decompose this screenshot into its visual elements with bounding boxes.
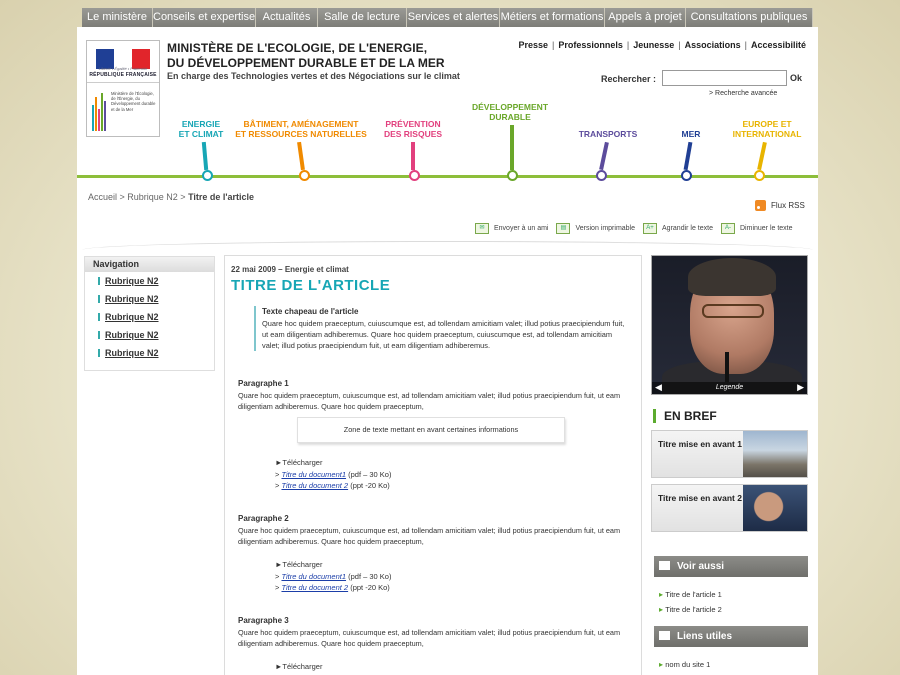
photo-caption: Legende — [652, 382, 807, 394]
related-link[interactable]: Titre de l'article 2 — [659, 605, 722, 614]
download-block: ►Télécharger > Titre du document1 (pdf –… — [275, 458, 392, 490]
topnav-item-salle-de-lecture[interactable]: Salle de lecture — [318, 8, 407, 27]
photo-carousel[interactable]: Legende ◀ ▶ — [651, 255, 808, 395]
document-link[interactable]: Titre du document 2 — [281, 583, 348, 592]
printer-icon: ▤ — [556, 223, 571, 234]
breadcrumb: Accueil > Rubrique N2 > Titre de l'artic… — [88, 192, 254, 202]
featured-item[interactable]: Titre mise en avant 1 — [651, 430, 808, 478]
en-bref-title: EN BREF — [653, 409, 717, 423]
breadcrumb-path[interactable]: Accueil > Rubrique N2 > — [88, 192, 188, 202]
featured-image — [743, 485, 807, 531]
text-enlarge-icon: A+ — [643, 223, 658, 234]
enlarge-text-button[interactable]: A+ Agrandir le texte — [643, 223, 713, 234]
document-link[interactable]: Titre du document1 — [281, 470, 346, 479]
download-block: ►Télécharger — [275, 662, 323, 671]
theme-dot — [299, 170, 310, 181]
microphone — [725, 352, 729, 382]
useful-link[interactable]: nom du site 1 — [659, 660, 710, 669]
theme-dot — [596, 170, 607, 181]
paragraph-title: Paragraphe 3 — [238, 616, 289, 625]
related-link[interactable]: Titre de l'article 1 — [659, 590, 722, 599]
left-navigation: Navigation Rubrique N2 Rubrique N2 Rubri… — [84, 256, 215, 371]
document-link[interactable]: Titre du document1 — [281, 572, 346, 581]
download-block: ►Télécharger > Titre du document1 (pdf –… — [275, 560, 392, 592]
reduce-text-button[interactable]: A- Diminuer le texte — [721, 223, 793, 234]
voir-aussi-header: Voir aussi — [654, 556, 808, 577]
leftnav-item[interactable]: Rubrique N2 — [85, 308, 214, 326]
chapeau-title: Texte chapeau de l'article — [262, 307, 359, 316]
highlight-box: Zone de texte mettant en avant certaines… — [297, 417, 565, 443]
theme-timeline-line — [77, 175, 818, 178]
liens-utiles-header: Liens utiles — [654, 626, 808, 647]
article-chapeau: Texte chapeau de l'article Quare hoc qui… — [254, 306, 630, 351]
leftnav-item[interactable]: Rubrique N2 — [85, 326, 214, 344]
featured-image — [743, 431, 807, 477]
leftnav-item[interactable]: Rubrique N2 — [85, 290, 214, 308]
theme-navigation: ENERGIE ET CLIMAT BÂTIMENT, AMÉNAGEMENT ET… — [77, 27, 818, 187]
topnav-item-consultations[interactable]: Consultations publiques — [686, 8, 813, 27]
leftnav-item[interactable]: Rubrique N2 — [85, 272, 214, 290]
page-container: Liberté • Égalité • Fraternité RÉPUBLIQU… — [77, 27, 818, 675]
topnav-item-services[interactable]: Services et alertes — [407, 8, 500, 27]
document-link[interactable]: Titre du document 2 — [281, 481, 348, 490]
topnav-item-metiers[interactable]: Métiers et formations — [500, 8, 605, 27]
topnav-item-conseils[interactable]: Conseils et expertise — [153, 8, 256, 27]
article-title: TITRE DE L'ARTICLE — [231, 277, 391, 294]
paragraph-title: Paragraphe 1 — [238, 379, 289, 388]
article: 22 mai 2009 – Energie et climat TITRE DE… — [224, 255, 642, 675]
rss-link[interactable]: Flux RSS — [755, 200, 805, 211]
theme-dot — [409, 170, 420, 181]
paragraph-text: Quare hoc quidem praeceptum, cuiuscumque… — [238, 391, 621, 411]
arrow-left-icon[interactable]: ◀ — [655, 383, 662, 392]
article-date: 22 mai 2009 – Energie et climat — [231, 265, 349, 274]
theme-dot — [202, 170, 213, 181]
top-navigation: Le ministère Conseils et expertise Actua… — [82, 8, 813, 27]
paragraph-text: Quare hoc quidem praeceptum, cuiuscumque… — [238, 526, 621, 546]
envelope-icon: ✉ — [475, 223, 489, 234]
breadcrumb-current: Titre de l'article — [188, 192, 255, 202]
rss-icon — [755, 200, 766, 211]
topnav-item-appels[interactable]: Appels à projet — [605, 8, 686, 27]
featured-item[interactable]: Titre mise en avant 2 — [651, 484, 808, 532]
theme-dot — [754, 170, 765, 181]
topnav-item-ministere[interactable]: Le ministère — [82, 8, 153, 27]
theme-dot — [681, 170, 692, 181]
arrow-right-icon[interactable]: ▶ — [797, 383, 804, 392]
chapeau-text: Quare hoc quidem praeceptum, cuiuscumque… — [262, 319, 625, 350]
paragraph-text: Quare hoc quidem praeceptum, cuiuscumque… — [238, 628, 621, 648]
edit-icon — [659, 631, 670, 640]
edit-icon — [659, 561, 670, 570]
text-reduce-icon: A- — [721, 223, 735, 234]
content-divider — [82, 241, 813, 250]
paragraph-title: Paragraphe 2 — [238, 514, 289, 523]
left-navigation-title: Navigation — [85, 257, 214, 272]
article-tools: ✉ Envoyer à un ami ▤ Version imprimable A+… — [475, 223, 801, 234]
print-version-button[interactable]: ▤ Version imprimable — [556, 223, 635, 234]
leftnav-item[interactable]: Rubrique N2 — [85, 344, 214, 362]
topnav-item-actualites[interactable]: Actualités — [256, 8, 318, 27]
send-to-friend-button[interactable]: ✉ Envoyer à un ami — [475, 223, 548, 234]
theme-dot — [507, 170, 518, 181]
